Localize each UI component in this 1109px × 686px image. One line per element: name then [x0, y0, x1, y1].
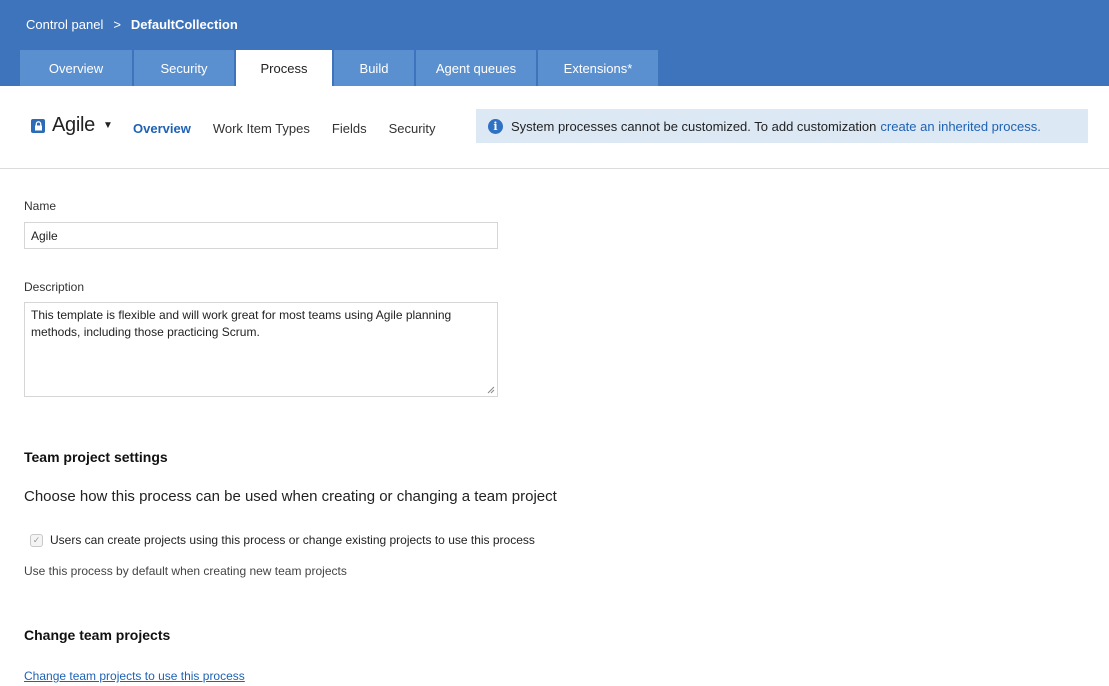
top-header: Control panel > DefaultCollection Overvi… [0, 0, 1109, 86]
info-text: System processes cannot be customized. T… [511, 118, 877, 134]
process-subtabs: Overview Work Item Types Fields Security [133, 121, 458, 136]
description-text: This template is flexible and will work … [31, 308, 452, 339]
subtab-security[interactable]: Security [389, 121, 436, 136]
resize-grip-icon[interactable] [487, 386, 495, 394]
tab-overview[interactable]: Overview [20, 50, 132, 86]
info-icon: i [488, 118, 503, 134]
tab-extensions[interactable]: Extensions* [538, 50, 658, 86]
process-name: Agile [52, 114, 95, 136]
info-banner: i System processes cannot be customized.… [476, 109, 1088, 143]
change-team-projects-heading: Change team projects [24, 627, 171, 643]
tab-process[interactable]: Process [236, 50, 332, 86]
tab-agent-queues[interactable]: Agent queues [416, 50, 536, 86]
allow-projects-label: Users can create projects using this pro… [50, 533, 535, 547]
change-team-projects-link[interactable]: Change team projects to use this process [24, 669, 245, 683]
description-label: Description [24, 280, 85, 294]
subtab-overview[interactable]: Overview [133, 121, 191, 136]
tab-build[interactable]: Build [334, 50, 414, 86]
allow-projects-option: ✓ Users can create projects using this p… [30, 533, 535, 547]
default-process-hint: Use this process by default when creatin… [24, 564, 347, 578]
subtab-fields[interactable]: Fields [332, 121, 367, 136]
description-field[interactable]: This template is flexible and will work … [24, 302, 498, 397]
team-project-settings-subheading: Choose how this process can be used when… [24, 488, 557, 505]
tab-security[interactable]: Security [134, 50, 234, 86]
tab-bar: Overview Security Process Build Agent qu… [20, 50, 660, 86]
chevron-down-icon: ▼ [102, 120, 113, 131]
process-selector[interactable]: Agile ▼ [31, 114, 113, 137]
name-label: Name [24, 199, 57, 213]
team-project-settings-heading: Team project settings [24, 449, 168, 465]
subtab-work-item-types[interactable]: Work Item Types [213, 121, 310, 136]
process-subnav: Agile ▼ Overview Work Item Types Fields … [0, 86, 1109, 169]
breadcrumb-current[interactable]: DefaultCollection [131, 17, 238, 32]
allow-projects-checkbox[interactable]: ✓ [30, 533, 43, 547]
lock-icon [31, 118, 45, 133]
name-field[interactable] [24, 222, 498, 249]
breadcrumb-separator: > [113, 17, 121, 32]
breadcrumb-control-panel[interactable]: Control panel [26, 17, 103, 32]
breadcrumb: Control panel > DefaultCollection [26, 17, 238, 32]
create-inherited-process-link[interactable]: create an inherited process. [880, 119, 1040, 134]
